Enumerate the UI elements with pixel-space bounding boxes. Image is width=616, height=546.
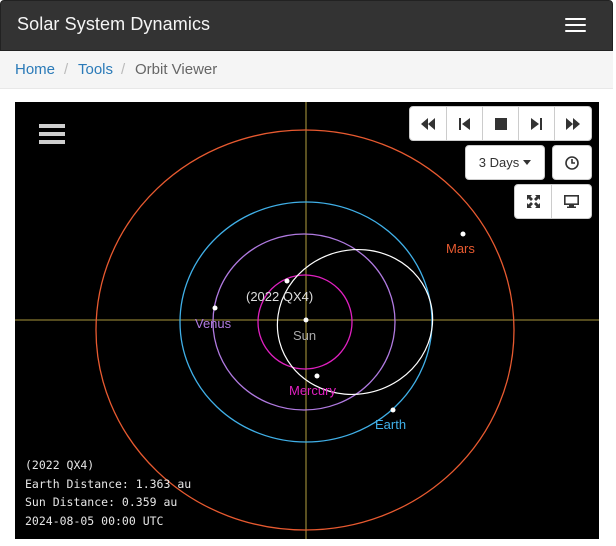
step-back-icon xyxy=(459,117,470,130)
expand-icon xyxy=(526,195,540,208)
monitor-icon xyxy=(564,195,579,208)
stop-icon xyxy=(494,117,507,130)
breadcrumb-home-link[interactable]: Home xyxy=(15,61,55,78)
fullscreen-button[interactable] xyxy=(514,184,552,219)
step-forward-icon xyxy=(531,117,542,130)
rewind-button[interactable] xyxy=(409,106,447,141)
sun-label: Sun xyxy=(293,328,316,343)
breadcrumb-tools-link[interactable]: Tools xyxy=(78,61,113,78)
display-button[interactable] xyxy=(551,184,592,219)
venus-label: Venus xyxy=(195,316,232,331)
caret-down-icon xyxy=(523,160,532,165)
breadcrumb-separator: / xyxy=(64,61,69,78)
object-marker xyxy=(284,278,290,284)
object-label: (2022 QX4) xyxy=(246,289,313,304)
step-forward-button[interactable] xyxy=(518,106,555,141)
stop-button[interactable] xyxy=(482,106,519,141)
mars-label: Mars xyxy=(446,241,475,256)
clock-icon xyxy=(565,155,579,170)
earth-marker xyxy=(390,407,396,413)
fast-forward-icon xyxy=(566,117,580,130)
info-sun-distance: Sun Distance: 0.359 au xyxy=(25,495,178,509)
playback-controls xyxy=(409,106,592,141)
info-panel: (2022 QX4) Earth Distance: 1.363 au Sun … xyxy=(25,456,191,530)
rewind-icon xyxy=(421,117,435,130)
time-button[interactable] xyxy=(552,145,592,180)
breadcrumb-current: Orbit Viewer xyxy=(135,61,218,78)
step-back-button[interactable] xyxy=(446,106,483,141)
navbar-toggle-button[interactable] xyxy=(551,12,599,40)
orbit-viewer-canvas[interactable]: (2022 QX4) Sun Mercury Venus Earth Mars … xyxy=(15,102,599,539)
navbar: Solar System Dynamics xyxy=(0,0,613,51)
mercury-label: Mercury xyxy=(289,383,336,398)
sun-marker xyxy=(303,317,309,323)
step-size-dropdown[interactable]: 3 Days xyxy=(465,145,545,180)
breadcrumb-separator: / xyxy=(121,61,126,78)
brand-title[interactable]: Solar System Dynamics xyxy=(17,14,210,35)
info-earth-distance: Earth Distance: 1.363 au xyxy=(25,476,192,491)
info-datetime: 2024-08-05 00:00 UTC xyxy=(25,513,164,528)
info-object: (2022 QX4) xyxy=(25,458,95,472)
menu-icon[interactable] xyxy=(39,124,65,146)
view-controls xyxy=(514,184,592,219)
mercury-marker xyxy=(314,373,320,379)
step-size-label: 3 Days xyxy=(478,155,520,170)
fast-forward-button[interactable] xyxy=(554,106,592,141)
breadcrumb: Home / Tools / Orbit Viewer xyxy=(0,51,613,89)
venus-marker xyxy=(212,305,218,311)
mars-marker xyxy=(460,231,466,237)
earth-label: Earth xyxy=(375,417,406,432)
